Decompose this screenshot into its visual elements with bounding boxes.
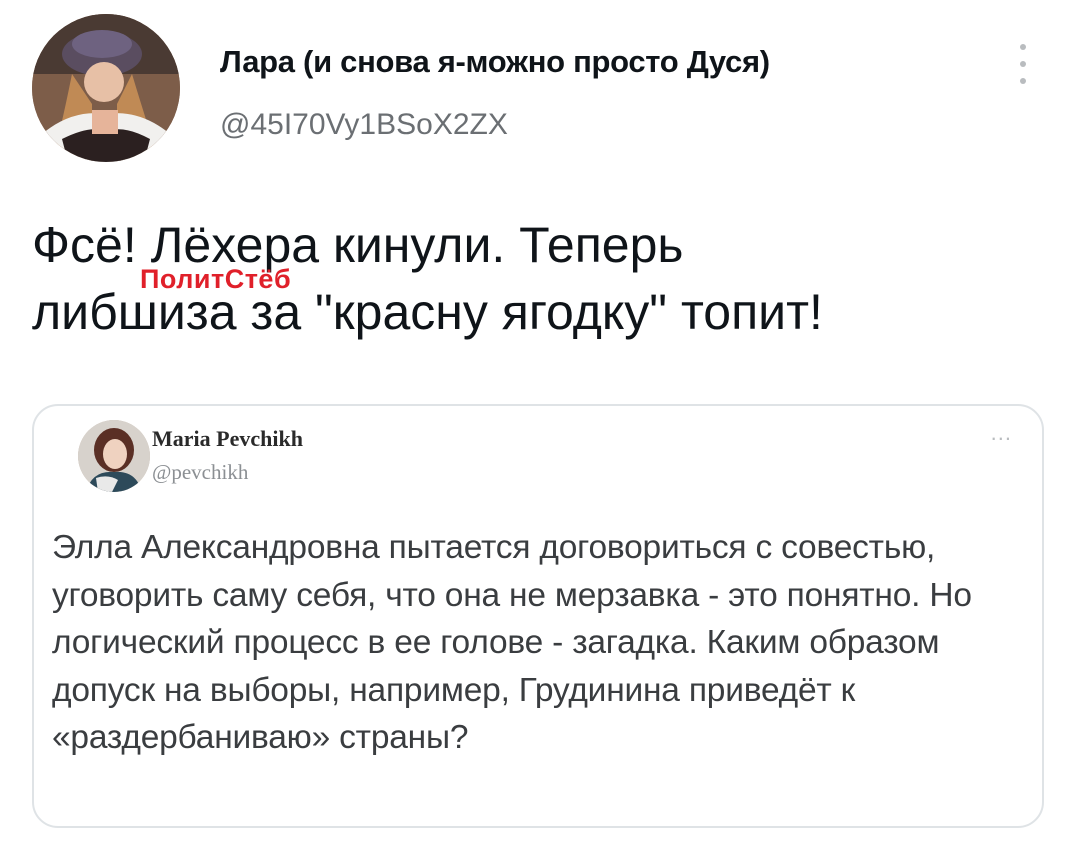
author-avatar[interactable] xyxy=(32,14,180,162)
author-name[interactable]: Лара (и снова я-можно просто Дуся) xyxy=(220,44,770,80)
watermark-label: ПолитСтёб xyxy=(140,264,292,294)
quoted-tweet-card[interactable]: Maria Pevchikh @pevchikh ... Элла Алекса… xyxy=(32,404,1044,828)
quoted-author-avatar-image xyxy=(78,420,150,492)
quoted-author-name[interactable]: Maria Pevchikh xyxy=(152,426,303,452)
more-options-icon[interactable] xyxy=(1016,44,1030,84)
tweet-text-line-1: Фсё! Лёхера кинули. Теперь xyxy=(32,217,684,273)
quoted-tweet-text: Элла Александровна пытается договориться… xyxy=(52,529,972,756)
quoted-author-avatar[interactable] xyxy=(78,420,150,492)
quoted-more-icon[interactable]: ... xyxy=(991,422,1012,444)
author-handle[interactable]: @45I70Vy1BSoX2ZX xyxy=(220,108,508,142)
quoted-author-handle[interactable]: @pevchikh xyxy=(152,460,248,485)
author-avatar-image xyxy=(32,14,180,162)
